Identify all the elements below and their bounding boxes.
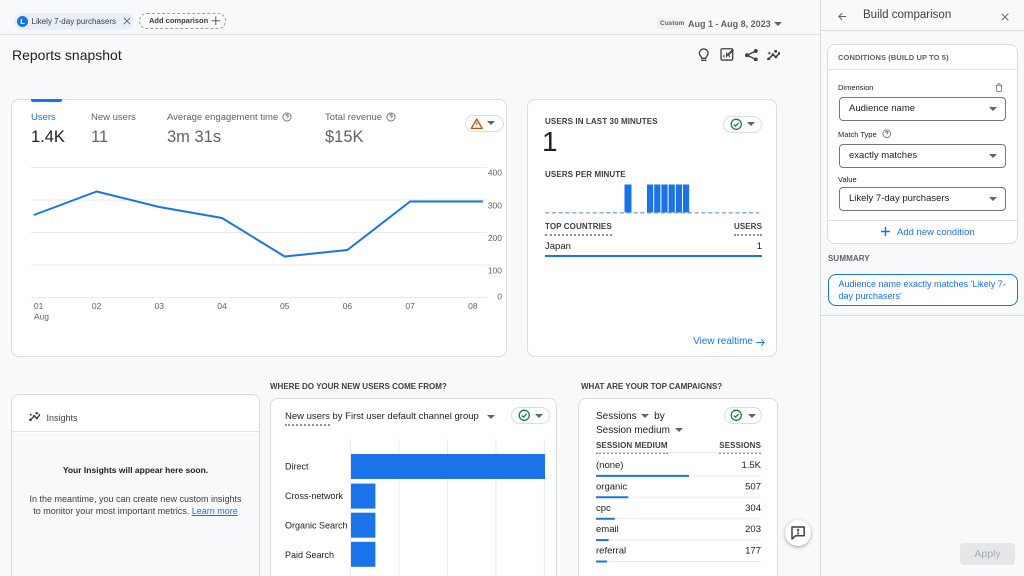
svg-text:Organic Search: Organic Search <box>285 521 348 531</box>
svg-text:08: 08 <box>468 301 478 311</box>
svg-text:Aug: Aug <box>34 312 49 322</box>
svg-text:100: 100 <box>488 265 502 275</box>
svg-text:1.5K: 1.5K <box>741 460 761 471</box>
svg-text:02: 02 <box>92 301 102 311</box>
svg-text:05: 05 <box>280 301 290 311</box>
svg-text:03: 03 <box>155 301 165 311</box>
svg-text:01: 01 <box>34 301 44 311</box>
svg-text:Cross-network: Cross-network <box>285 491 344 501</box>
svg-text:(none): (none) <box>596 460 623 471</box>
svg-text:06: 06 <box>343 301 353 311</box>
svg-text:203: 203 <box>745 524 761 535</box>
svg-text:07: 07 <box>405 301 415 311</box>
svg-text:Direct: Direct <box>285 462 309 472</box>
svg-text:0: 0 <box>497 291 502 301</box>
svg-text:referral: referral <box>596 546 626 557</box>
svg-text:Paid Search: Paid Search <box>285 550 334 560</box>
svg-text:304: 304 <box>745 503 761 514</box>
svg-text:300: 300 <box>488 200 502 210</box>
svg-text:organic: organic <box>596 481 627 492</box>
svg-text:cpc: cpc <box>596 503 611 514</box>
svg-text:04: 04 <box>217 301 227 311</box>
svg-text:email: email <box>596 524 619 535</box>
svg-text:200: 200 <box>488 233 502 243</box>
svg-text:400: 400 <box>488 167 502 177</box>
svg-text:177: 177 <box>745 546 761 557</box>
svg-text:507: 507 <box>745 481 761 492</box>
